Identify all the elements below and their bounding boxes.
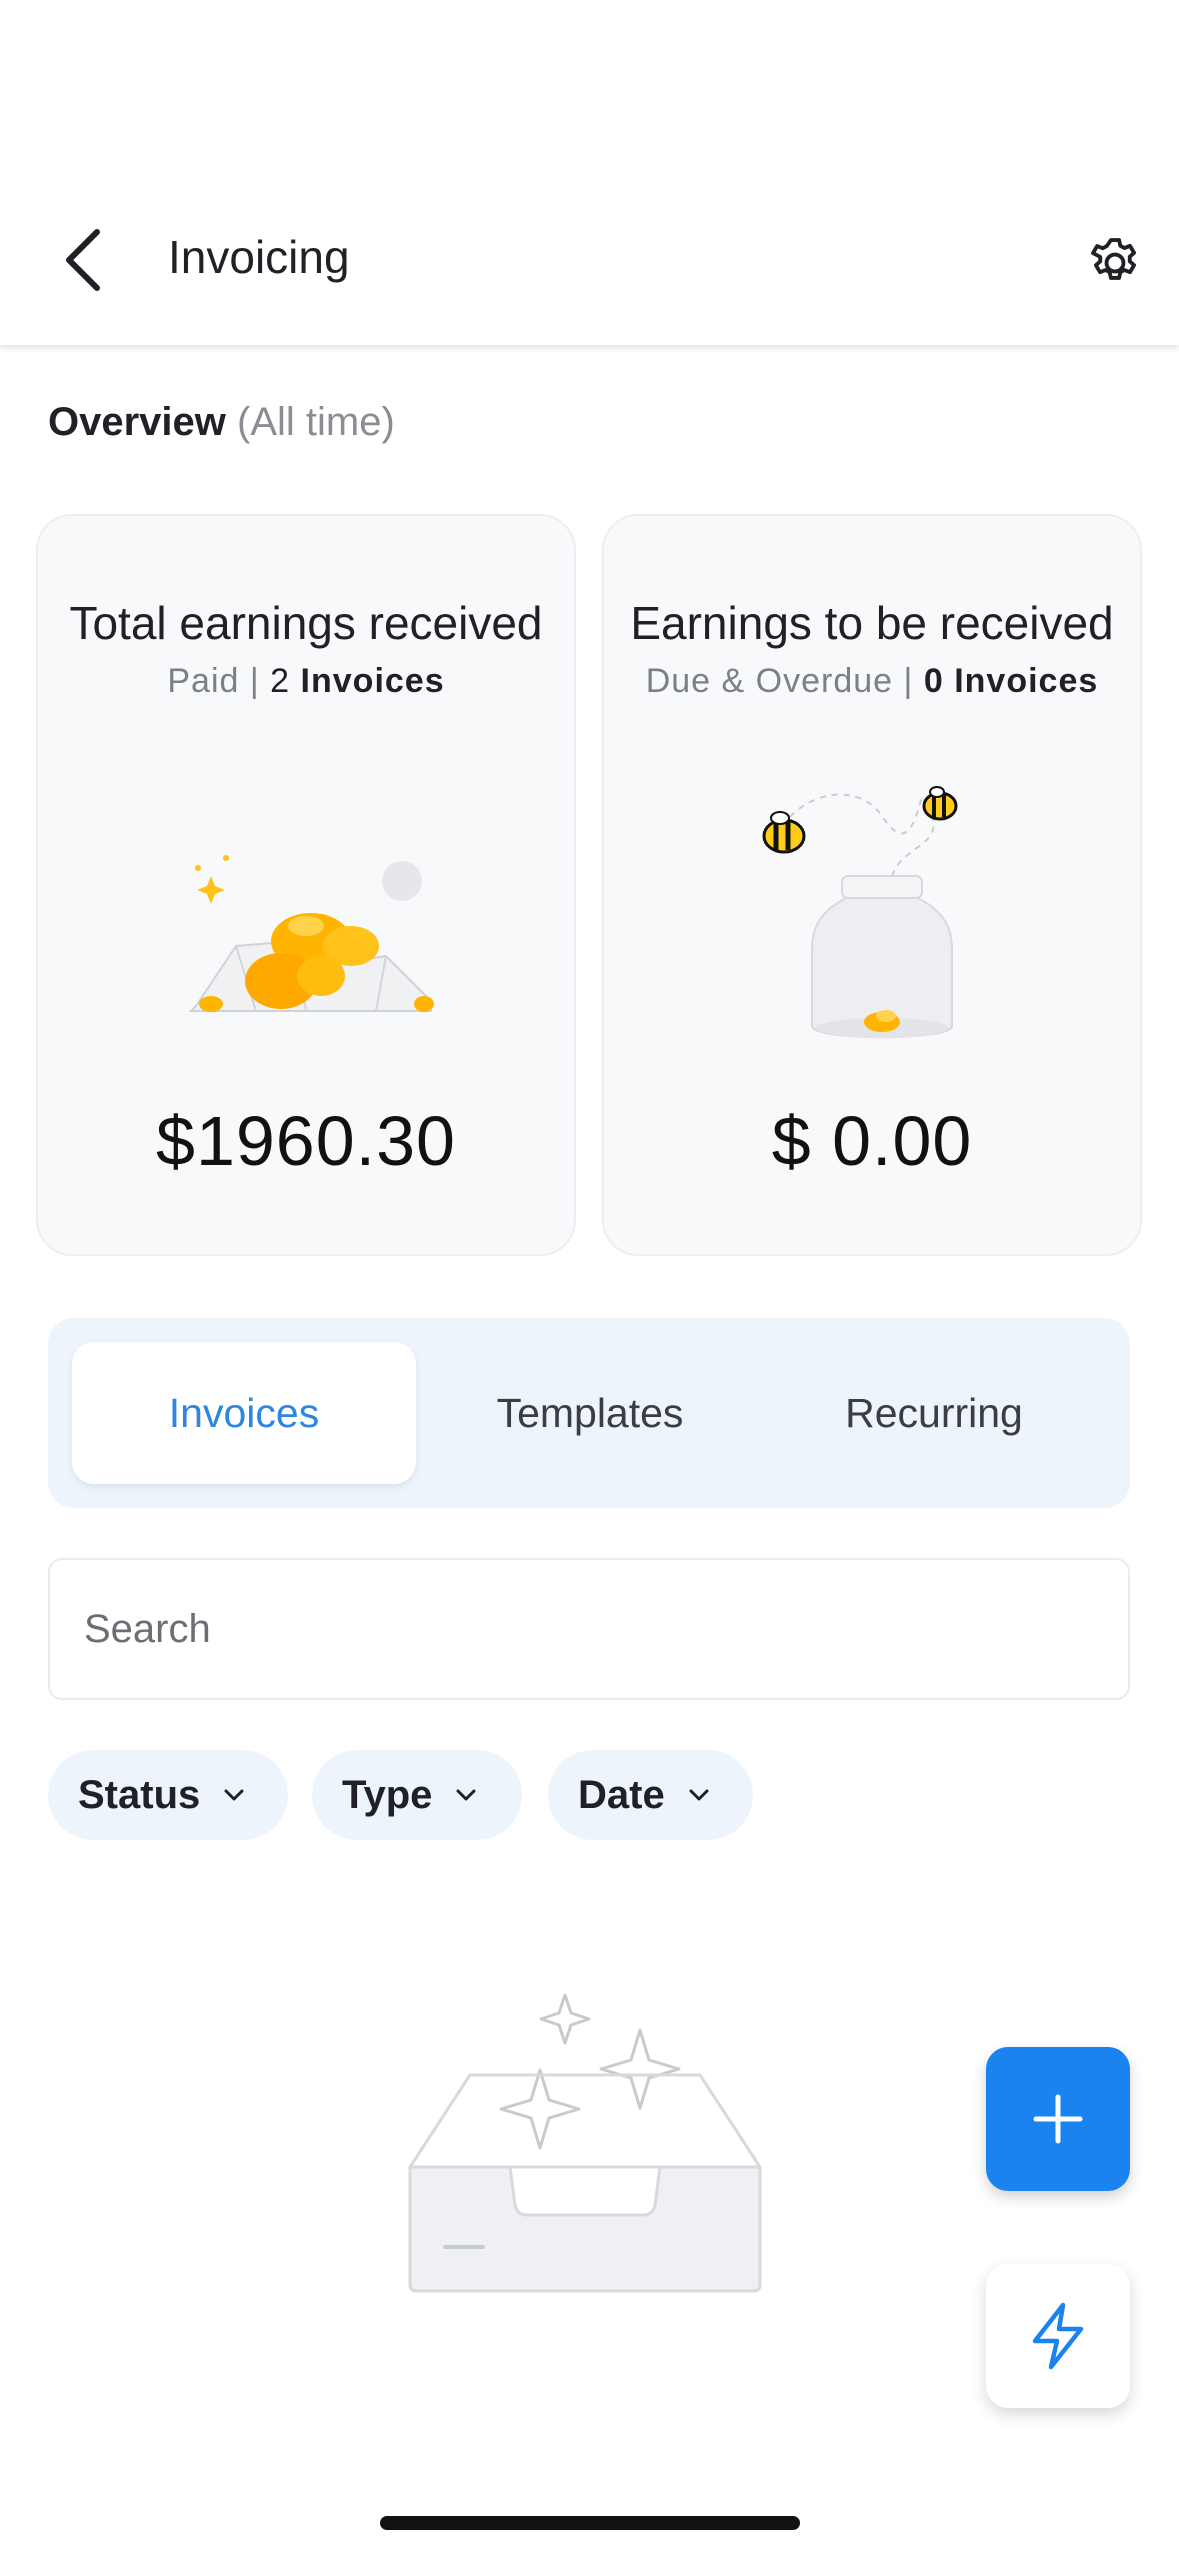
back-button[interactable] bbox=[48, 222, 118, 297]
card-separator: | bbox=[249, 662, 260, 700]
chevron-down-icon bbox=[224, 1789, 244, 1801]
overview-label: Overview bbox=[48, 400, 226, 444]
card-count: 0 bbox=[923, 662, 944, 700]
gear-icon bbox=[1091, 238, 1137, 280]
card-status: Due & Overdue bbox=[645, 662, 894, 700]
tab-invoices[interactable]: Invoices bbox=[72, 1342, 416, 1484]
card-count: 2 bbox=[270, 662, 291, 700]
filter-status[interactable]: Status bbox=[48, 1750, 288, 1840]
card-title: Earnings to be received bbox=[630, 597, 1114, 649]
chevron-left-icon bbox=[66, 228, 100, 291]
filter-date-label: Date bbox=[578, 1772, 665, 1817]
card-amount: $1960.30 bbox=[156, 1102, 456, 1180]
invoice-tabs: Invoices Templates Recurring bbox=[48, 1318, 1130, 1508]
add-invoice-button[interactable] bbox=[986, 2047, 1130, 2191]
filter-date[interactable]: Date bbox=[548, 1750, 753, 1840]
card-subtitle: Paid | 2 Invoices bbox=[38, 662, 574, 701]
bees-jar-icon bbox=[604, 776, 1140, 1056]
settings-button[interactable] bbox=[1080, 228, 1150, 298]
chevron-down-icon bbox=[456, 1789, 476, 1801]
filter-type-label: Type bbox=[342, 1772, 433, 1817]
filter-type[interactable]: Type bbox=[312, 1750, 522, 1840]
tab-templates[interactable]: Templates bbox=[418, 1342, 762, 1484]
card-count-label: Invoices bbox=[954, 662, 1099, 700]
card-amount: $ 0.00 bbox=[771, 1102, 973, 1180]
home-indicator[interactable] bbox=[380, 2516, 800, 2530]
overview-heading: Overview (All time) bbox=[48, 400, 395, 445]
earnings-received-card[interactable]: Total earnings received Paid | 2 Invoice… bbox=[36, 514, 576, 1256]
earnings-to-receive-card[interactable]: Earnings to be received Due & Overdue | … bbox=[602, 514, 1142, 1256]
app-header: Invoicing bbox=[0, 0, 1179, 345]
filter-status-label: Status bbox=[78, 1772, 201, 1817]
search-input[interactable] bbox=[84, 1606, 1128, 1652]
quick-action-button[interactable] bbox=[986, 2264, 1130, 2408]
tab-recurring[interactable]: Recurring bbox=[762, 1342, 1106, 1484]
plus-icon bbox=[1033, 2094, 1083, 2144]
gold-coins-icon bbox=[38, 846, 574, 1036]
chevron-down-icon bbox=[689, 1789, 709, 1801]
lightning-icon bbox=[1032, 2302, 1084, 2370]
empty-inbox-icon bbox=[408, 1993, 762, 2293]
card-separator: | bbox=[903, 662, 914, 700]
search-box bbox=[48, 1558, 1130, 1700]
card-subtitle: Due & Overdue | 0 Invoices bbox=[604, 662, 1140, 701]
card-status: Paid bbox=[167, 662, 240, 700]
card-title: Total earnings received bbox=[69, 597, 543, 649]
card-count-label: Invoices bbox=[300, 662, 445, 700]
page-title: Invoicing bbox=[168, 231, 350, 283]
overview-range: (All time) bbox=[237, 400, 395, 444]
